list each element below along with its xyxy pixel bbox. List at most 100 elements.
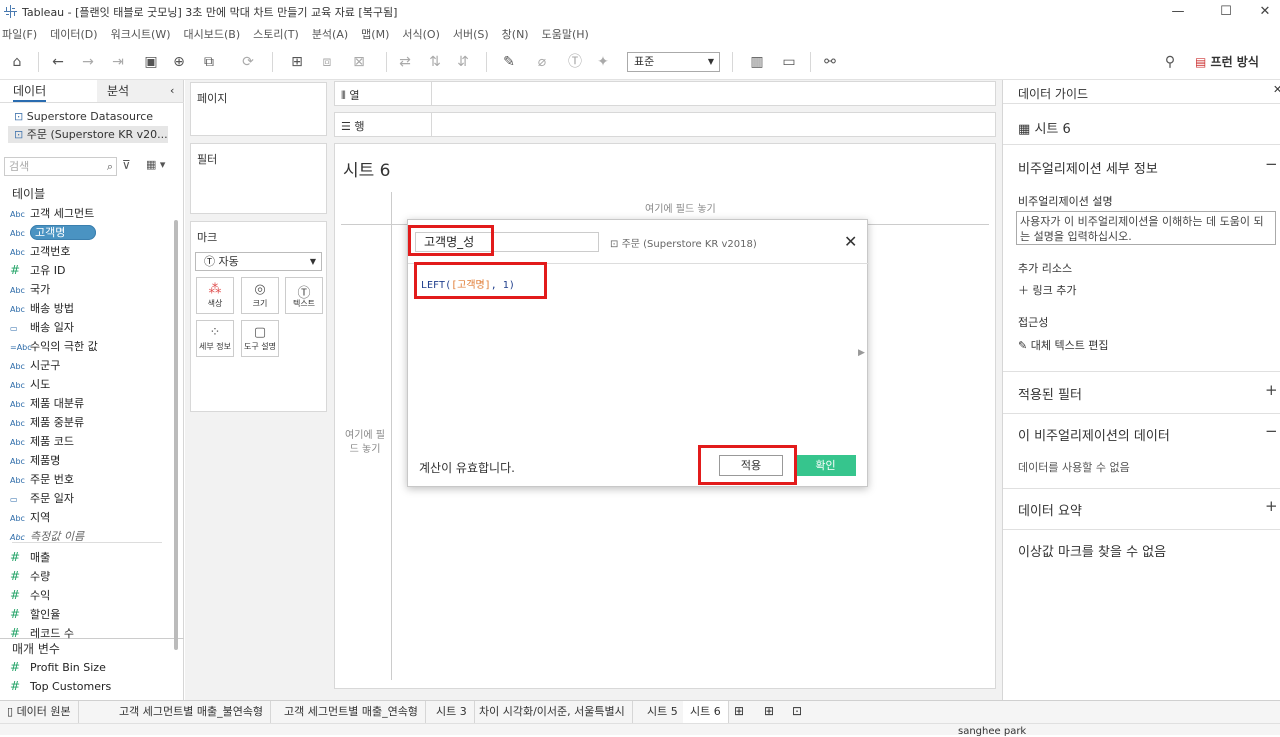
menu-server[interactable]: 서버(S) bbox=[453, 26, 489, 42]
field-item[interactable]: Abc 시군구 bbox=[10, 356, 60, 375]
field-item[interactable]: # 고유 ID bbox=[10, 261, 65, 280]
expand-arrow-icon[interactable]: ▶ bbox=[858, 348, 865, 358]
collapse-icon[interactable]: − bbox=[1265, 155, 1278, 173]
field-item[interactable]: =Abc수익의 극한 값 bbox=[10, 337, 98, 356]
close-icon[interactable]: ✕ bbox=[844, 232, 857, 251]
home-icon[interactable]: ⌂ bbox=[8, 53, 26, 71]
new-worksheet-icon[interactable]: ⊞ bbox=[282, 53, 312, 71]
field-item[interactable]: Abc 고객 세그먼트 bbox=[10, 204, 94, 223]
show-me-icon[interactable]: ⚲ bbox=[1160, 53, 1180, 71]
close-window-button[interactable]: ✕ bbox=[1255, 3, 1275, 21]
field-item[interactable]: Abc 시도 bbox=[10, 375, 50, 394]
rows-shelf[interactable]: ☰ 행 bbox=[334, 112, 996, 137]
fit-select[interactable]: 표준 ▼ bbox=[627, 52, 720, 72]
color-button[interactable]: ⁂ 색상 bbox=[196, 277, 234, 314]
undo-icon[interactable]: ← bbox=[48, 53, 68, 71]
tab-sheet[interactable]: 시트 5 bbox=[640, 701, 686, 723]
pause-updates-icon[interactable]: ⧉ bbox=[198, 53, 220, 71]
save-icon[interactable]: ▣ bbox=[142, 53, 160, 71]
tooltip-button[interactable]: ▢ 도구 설명 bbox=[241, 320, 279, 357]
menu-dashboard[interactable]: 대시보드(B) bbox=[184, 26, 241, 42]
field-item[interactable]: Abc 고객명 bbox=[10, 223, 97, 242]
menu-analysis[interactable]: 분석(A) bbox=[312, 26, 348, 42]
field-item[interactable]: # 레코드 수 bbox=[10, 624, 74, 643]
field-item[interactable]: ▭ 배송 일자 bbox=[10, 318, 74, 337]
view-options-icon[interactable]: ▦ ▾ bbox=[146, 158, 165, 171]
field-item[interactable]: Abc 주문 번호 bbox=[10, 470, 74, 489]
parameter-item[interactable]: # Profit Bin Size bbox=[10, 658, 106, 677]
redo-icon[interactable]: → bbox=[78, 53, 98, 71]
user-name[interactable]: sanghee park bbox=[958, 726, 1026, 737]
collapse-icon[interactable]: − bbox=[1265, 422, 1278, 440]
sort-asc-icon[interactable]: ⇅ bbox=[426, 53, 444, 71]
expand-icon[interactable]: + bbox=[1265, 497, 1278, 515]
size-button[interactable]: ◎ 크기 bbox=[241, 277, 279, 314]
new-story-icon[interactable]: ⊡ bbox=[792, 704, 802, 718]
sort-desc-icon[interactable]: ⇵ bbox=[454, 53, 472, 71]
field-item[interactable]: Abc 제품 대분류 bbox=[10, 394, 84, 413]
close-icon[interactable]: ✕ bbox=[1273, 83, 1280, 96]
alt-text-button[interactable]: ✎ 대체 텍스트 편집 bbox=[1018, 337, 1109, 353]
field-item[interactable]: Abc 배송 방법 bbox=[10, 299, 74, 318]
share-icon[interactable]: ⚯ bbox=[820, 53, 840, 71]
formula-editor[interactable]: LEFT([고객명], 1) bbox=[421, 276, 515, 291]
drop-field-left[interactable]: 여기에 필드 놓기 bbox=[343, 429, 387, 457]
labels-icon[interactable]: Ⓣ bbox=[566, 53, 584, 71]
field-item[interactable]: ▭ 주문 일자 bbox=[10, 489, 74, 508]
maximize-button[interactable]: ☐ bbox=[1216, 3, 1236, 21]
tab-sheet-active[interactable]: 시트 6 bbox=[683, 701, 729, 723]
tab-datasource[interactable]: ▯ 데이터 원본 bbox=[0, 701, 79, 723]
new-sheet-icon[interactable]: ⊞ bbox=[734, 704, 744, 718]
viz-data-header[interactable]: 이 비주얼리제이션의 데이터 bbox=[1018, 425, 1170, 444]
add-link-button[interactable]: ＋ 링크 추가 bbox=[1018, 282, 1076, 298]
datasource-item[interactable]: ⊡ Superstore Datasource bbox=[14, 108, 153, 125]
field-item[interactable]: # 수익 bbox=[10, 586, 50, 605]
field-item[interactable]: Abc 고객번호 bbox=[10, 242, 70, 261]
tab-sheet[interactable]: 시트 3 bbox=[429, 701, 475, 723]
field-item[interactable]: Abc 제품명 bbox=[10, 451, 60, 470]
menu-map[interactable]: 맵(M) bbox=[361, 26, 389, 42]
parameter-item[interactable]: # Top Customers bbox=[10, 677, 111, 696]
menu-worksheet[interactable]: 워크시트(W) bbox=[111, 26, 171, 42]
field-item[interactable]: Abc 측정값 이름 bbox=[10, 527, 84, 546]
tab-sheet[interactable]: 고객 세그먼트별 매출_연속형 bbox=[277, 701, 426, 723]
detail-button[interactable]: ⁘ 세부 정보 bbox=[196, 320, 234, 357]
field-item[interactable]: Abc 지역 bbox=[10, 508, 50, 527]
data-summary-header[interactable]: 데이터 요약 bbox=[1018, 500, 1082, 519]
field-item[interactable]: Abc 제품 코드 bbox=[10, 432, 74, 451]
menu-window[interactable]: 창(N) bbox=[502, 26, 529, 42]
search-input[interactable]: 검색 ⌕ bbox=[4, 157, 117, 176]
show-me-button[interactable]: ▤ 프런 방식 bbox=[1195, 53, 1259, 70]
swap-icon[interactable]: ⇄ bbox=[396, 53, 414, 71]
menu-story[interactable]: 스토리(T) bbox=[253, 26, 299, 42]
presentation-icon[interactable]: ▭ bbox=[780, 53, 798, 71]
expand-icon[interactable]: + bbox=[1265, 381, 1278, 399]
minimize-button[interactable]: — bbox=[1168, 3, 1188, 21]
replay-icon[interactable]: ⇥ bbox=[105, 53, 131, 71]
filters-shelf[interactable]: 필터 bbox=[190, 143, 327, 214]
ok-button[interactable]: 확인 bbox=[795, 455, 856, 476]
group-icon[interactable]: ⌀ bbox=[530, 53, 554, 71]
mark-type-select[interactable]: Ⓣ 자동 ▼ bbox=[195, 252, 322, 271]
columns-shelf[interactable]: ⦀ 열 bbox=[334, 81, 996, 106]
apply-button[interactable]: 적용 bbox=[719, 455, 783, 476]
tab-sheet[interactable]: 고객 세그먼트별 매출_불연속형 bbox=[112, 701, 272, 723]
menu-file[interactable]: 파일(F) bbox=[2, 26, 37, 42]
calc-name-input[interactable]: 고객명_성 bbox=[415, 232, 599, 252]
field-item[interactable]: # 할인율 bbox=[10, 605, 60, 624]
drop-field-top[interactable]: 여기에 필드 놓기 bbox=[645, 200, 716, 215]
text-button[interactable]: Ⓣ 텍스트 bbox=[285, 277, 323, 314]
clear-sheet-icon[interactable]: ⊠ bbox=[344, 53, 374, 71]
applied-filters-header[interactable]: 적용된 필터 bbox=[1018, 384, 1082, 403]
collapse-icon[interactable]: ‹ bbox=[170, 84, 174, 97]
tab-sheet[interactable]: 차이 시각화/이서준, 서울특별시 bbox=[472, 701, 633, 723]
viz-description-input[interactable]: 사용자가 이 비주얼리제이션을 이해하는 데 도움이 되는 설명을 입력하십시오… bbox=[1016, 211, 1276, 245]
duplicate-sheet-icon[interactable]: ⧈ bbox=[318, 53, 336, 71]
run-update-icon[interactable]: ⟳ bbox=[232, 53, 264, 71]
scrollbar[interactable] bbox=[174, 220, 178, 650]
field-item[interactable]: Abc 국가 bbox=[10, 280, 50, 299]
tab-data[interactable]: 데이터 bbox=[13, 80, 47, 102]
show-cards-icon[interactable]: ▥ bbox=[742, 53, 772, 71]
menu-data[interactable]: 데이터(D) bbox=[50, 26, 97, 42]
field-item[interactable]: # 수량 bbox=[10, 567, 50, 586]
